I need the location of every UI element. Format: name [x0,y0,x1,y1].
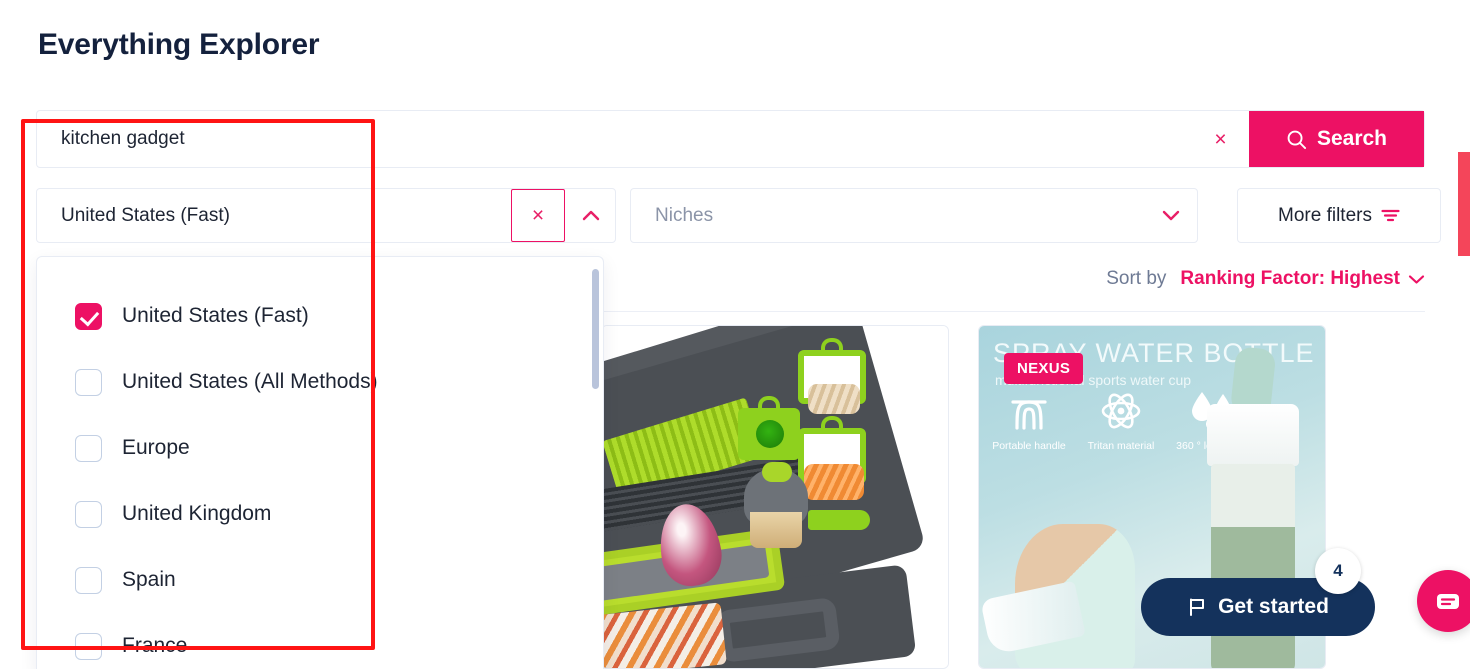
chevron-up-icon [582,210,600,221]
country-option-label: Spain [122,568,176,591]
chevron-down-icon [1162,210,1180,221]
country-option-spain[interactable]: Spain [37,547,603,613]
diced-food-1 [808,384,860,414]
country-option-label: United States (All Methods) [122,370,378,393]
country-select-toggle[interactable] [567,209,615,222]
country-option-label: Europe [122,436,190,459]
handle-icon [1011,400,1047,430]
vegetable-chopper-image [604,326,948,668]
product-card-vegetable-chopper[interactable] [604,325,949,669]
search-bar: × Search [36,110,1425,168]
get-started-badge: 4 [1315,548,1361,594]
dropdown-scrollbar[interactable] [592,269,599,389]
country-option-label: United States (Fast) [122,304,309,327]
search-button-label: Search [1316,127,1388,150]
country-option-europe[interactable]: Europe [37,415,603,481]
page-scrollbar[interactable] [1458,152,1470,256]
country-option-united-states-all-methods[interactable]: United States (All Methods) [37,349,603,415]
bottle-cap-shape [1207,404,1299,466]
niches-select-placeholder: Niches [655,204,714,226]
accessory-chopper-cup [750,512,802,548]
country-option-france[interactable]: France [37,613,603,669]
country-option-united-states-fast[interactable]: United States (Fast) [37,283,603,349]
country-option-united-kingdom[interactable]: United Kingdom [37,481,603,547]
search-button[interactable]: Search [1249,111,1424,167]
more-filters-button[interactable]: More filters [1237,188,1441,243]
clear-search-button[interactable]: × [1192,111,1249,167]
filter-icon [1381,209,1400,222]
accessory-handle-1 [821,338,843,350]
sort-by-select[interactable]: Ranking Factor: Highest [1180,268,1425,290]
get-started-label: Get started [1218,595,1329,618]
checkbox[interactable] [75,302,102,330]
checkbox[interactable] [75,434,102,462]
country-option-label: France [122,634,188,657]
chopped-vegetables-shape [604,602,727,668]
accessory-handle-2 [758,396,780,408]
sort-by-label: Sort by [1106,268,1167,289]
feature-caption: Tritan material [1087,440,1155,452]
country-select[interactable]: United States (Fast) × [36,188,616,243]
atom-icon [1101,393,1141,429]
clear-country-button[interactable]: × [511,189,565,242]
checkbox[interactable] [75,632,102,660]
country-option-list: United States (Fast) United States (All … [37,257,603,669]
page-title: Everything Explorer [38,28,320,61]
magnifier-icon [1287,130,1307,149]
chat-bubble-icon [1437,594,1459,609]
filter-bar: United States (Fast) × Niches More filte… [36,188,1441,243]
accessory-handle-3 [821,416,843,428]
feature-caption: Portable handle [992,440,1066,452]
accessory-comb-shape [808,510,870,530]
sort-bar: Sort by Ranking Factor: Highest [1106,268,1425,290]
country-option-label: United Kingdom [122,502,272,525]
checkbox[interactable] [75,500,102,528]
search-input[interactable] [37,111,1192,167]
brand-badge: NEXUS [1004,353,1084,384]
country-dropdown-panel: United States (Fast) United States (All … [36,256,604,669]
chat-widget-button[interactable] [1417,570,1470,632]
accessory-plate-shape [738,408,800,460]
feature-tritan-material: Tritan material [1079,390,1163,452]
bottle-body-shape [1211,464,1295,668]
checkbox[interactable] [75,566,102,594]
feature-portable-handle: Portable handle [987,390,1071,452]
results-divider [604,311,1425,312]
sort-by-value: Ranking Factor: Highest [1180,268,1400,289]
more-filters-label: More filters [1278,204,1372,226]
checkbox[interactable] [75,368,102,396]
everything-explorer-page: Everything Explorer SPRAY WATER BOTTLE m… [0,0,1470,669]
chevron-down-icon [1408,274,1425,284]
flag-icon [1190,598,1205,616]
country-select-value: United States (Fast) [61,204,230,226]
diced-carrot-shape [804,464,864,500]
niches-select-toggle[interactable] [1145,209,1197,222]
niches-select[interactable]: Niches [630,188,1198,243]
